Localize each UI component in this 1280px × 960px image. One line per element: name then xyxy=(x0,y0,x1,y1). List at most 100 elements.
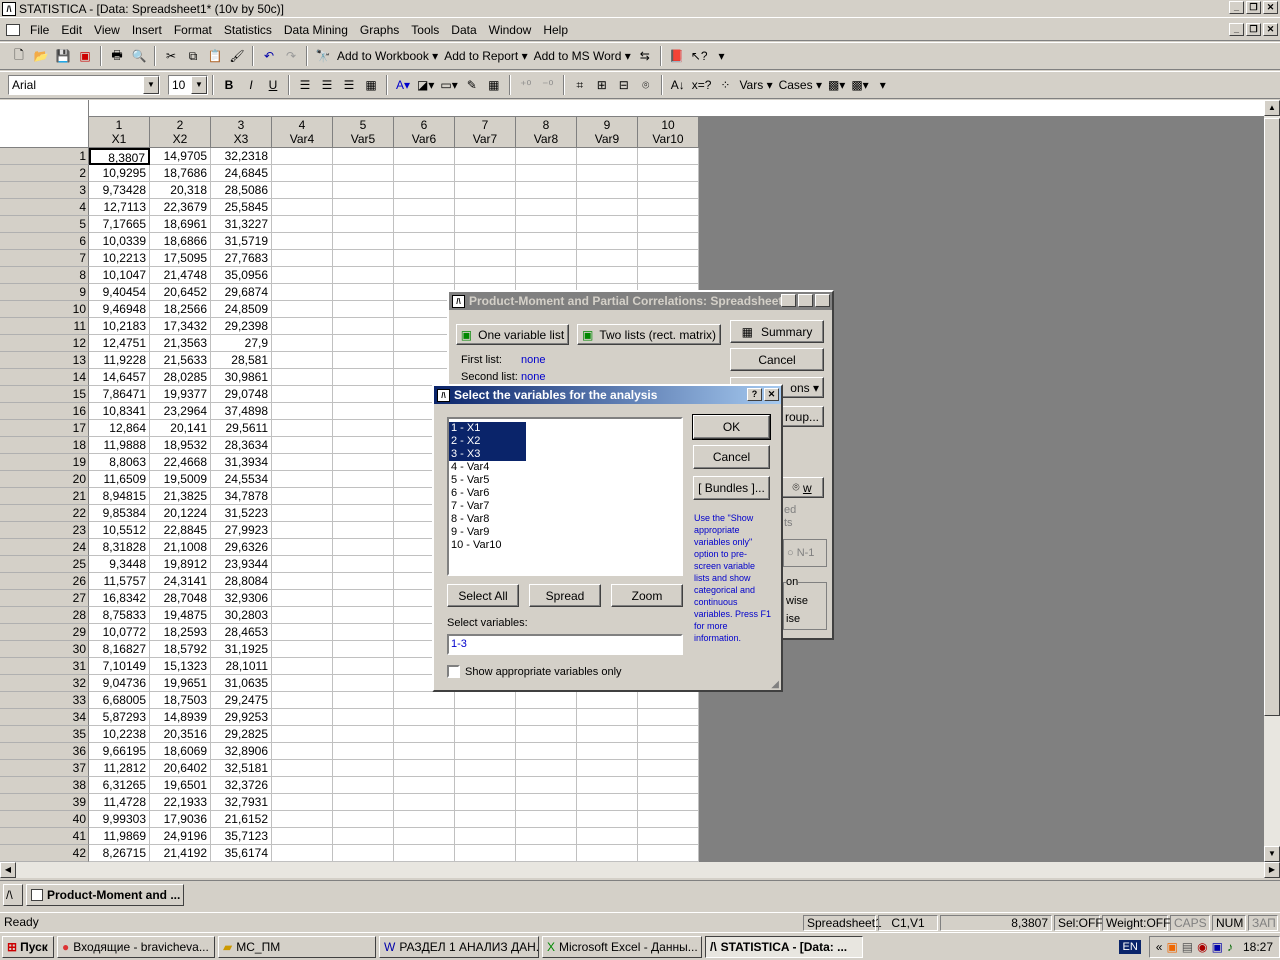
table-cell[interactable] xyxy=(455,148,516,165)
row-header[interactable]: 42 xyxy=(0,845,89,862)
table-cell[interactable] xyxy=(272,573,333,590)
table-cell[interactable] xyxy=(638,182,699,199)
task-gmail[interactable]: ● Входящие - bravicheva... xyxy=(57,935,215,958)
table-cell[interactable]: 28,1011 xyxy=(211,658,272,675)
table-cell[interactable] xyxy=(272,675,333,692)
table-cell[interactable]: 20,3516 xyxy=(150,726,211,743)
table-cell[interactable] xyxy=(272,760,333,777)
table-cell[interactable] xyxy=(333,182,394,199)
table-cell[interactable] xyxy=(638,845,699,862)
table-cell[interactable]: 19,6501 xyxy=(150,777,211,794)
table-cell[interactable]: 17,5095 xyxy=(150,250,211,267)
table-cell[interactable]: 28,8084 xyxy=(211,573,272,590)
table-cell[interactable] xyxy=(272,828,333,845)
table-cell[interactable] xyxy=(455,233,516,250)
table-cell[interactable] xyxy=(272,335,333,352)
grid-corner[interactable] xyxy=(0,100,89,148)
table-cell[interactable] xyxy=(638,726,699,743)
table-cell[interactable] xyxy=(333,658,394,675)
table-cell[interactable]: 32,9306 xyxy=(211,590,272,607)
table-cell[interactable] xyxy=(638,743,699,760)
table-cell[interactable]: 28,0285 xyxy=(150,369,211,386)
table-cell[interactable] xyxy=(333,590,394,607)
table-cell[interactable]: 9,46948 xyxy=(89,301,150,318)
variable-list-item[interactable]: 6 - Var6 xyxy=(449,487,681,500)
align-right-icon[interactable]: ☰ xyxy=(338,74,360,96)
table-cell[interactable] xyxy=(333,148,394,165)
row-header[interactable]: 41 xyxy=(0,828,89,845)
table-cell[interactable] xyxy=(272,369,333,386)
table-cell[interactable]: 32,3726 xyxy=(211,777,272,794)
table-cell[interactable] xyxy=(272,539,333,556)
table-cell[interactable] xyxy=(638,199,699,216)
table-cell[interactable] xyxy=(333,828,394,845)
row-header[interactable]: 24 xyxy=(0,539,89,556)
table-cell[interactable]: 12,4751 xyxy=(89,335,150,352)
table-cell[interactable] xyxy=(394,284,455,301)
table-cell[interactable] xyxy=(638,794,699,811)
table-cell[interactable]: 10,2213 xyxy=(89,250,150,267)
table-cell[interactable] xyxy=(455,709,516,726)
table-cell[interactable]: 7,10149 xyxy=(89,658,150,675)
menu-tools[interactable]: Tools xyxy=(405,23,445,37)
table-cell[interactable]: 8,8063 xyxy=(89,454,150,471)
table-cell[interactable] xyxy=(516,692,577,709)
table-cell[interactable]: 17,3432 xyxy=(150,318,211,335)
table-cell[interactable] xyxy=(638,148,699,165)
vars-button[interactable]: Vars ▾ xyxy=(736,74,775,96)
table-cell[interactable] xyxy=(638,267,699,284)
table-cell[interactable] xyxy=(272,199,333,216)
scroll-thumb[interactable] xyxy=(1264,118,1280,716)
row-header[interactable]: 27 xyxy=(0,590,89,607)
zoom-button[interactable]: Zoom xyxy=(611,584,683,607)
table-cell[interactable] xyxy=(577,811,638,828)
tool-icon-3[interactable]: ⊟ xyxy=(613,74,635,96)
table-cell[interactable]: 28,3634 xyxy=(211,437,272,454)
table-cell[interactable]: 20,141 xyxy=(150,420,211,437)
table-cell[interactable] xyxy=(516,182,577,199)
tray-antivirus-icon[interactable]: ◉ xyxy=(1197,940,1207,954)
table-cell[interactable]: 22,4668 xyxy=(150,454,211,471)
undo-icon[interactable]: ↶ xyxy=(258,45,280,67)
row-header[interactable]: 5 xyxy=(0,216,89,233)
task-folder[interactable]: ▰ МС_ПМ xyxy=(218,935,376,958)
table-cell[interactable]: 27,9 xyxy=(211,335,272,352)
table-cell[interactable]: 11,2812 xyxy=(89,760,150,777)
variable-list-item[interactable]: 4 - Var4 xyxy=(449,461,681,474)
scroll-left-icon[interactable]: ◀ xyxy=(0,862,16,878)
table-cell[interactable] xyxy=(333,369,394,386)
row-header[interactable]: 35 xyxy=(0,726,89,743)
statistica-mdi-icon[interactable]: /\ xyxy=(3,883,23,906)
toolbar2-options-icon[interactable]: ▾ xyxy=(872,74,894,96)
scroll-down-icon[interactable]: ▼ xyxy=(1264,846,1280,862)
table-cell[interactable]: 18,7503 xyxy=(150,692,211,709)
table-cell[interactable] xyxy=(394,794,455,811)
table-cell[interactable] xyxy=(577,165,638,182)
align-center-icon[interactable]: ☰ xyxy=(316,74,338,96)
menu-file[interactable]: File xyxy=(24,23,55,37)
table-cell[interactable] xyxy=(272,420,333,437)
table-cell[interactable] xyxy=(394,845,455,862)
menu-view[interactable]: View xyxy=(88,23,126,37)
column-header[interactable]: 7 Var7 xyxy=(455,117,516,148)
menu-help[interactable]: Help xyxy=(537,23,574,37)
casewise-fragment[interactable]: wise xyxy=(786,595,808,607)
table-cell[interactable]: 21,6152 xyxy=(211,811,272,828)
column-header[interactable]: 3 X3 xyxy=(211,117,272,148)
table-cell[interactable]: 24,6845 xyxy=(211,165,272,182)
table-cell[interactable]: 20,6402 xyxy=(150,760,211,777)
table-cell[interactable] xyxy=(272,811,333,828)
table-cell[interactable] xyxy=(516,726,577,743)
table-cell[interactable]: 7,17665 xyxy=(89,216,150,233)
column-header[interactable]: 5 Var5 xyxy=(333,117,394,148)
table-cell[interactable] xyxy=(272,233,333,250)
table-cell[interactable] xyxy=(516,148,577,165)
row-header[interactable]: 17 xyxy=(0,420,89,437)
table-cell[interactable] xyxy=(333,573,394,590)
close-button[interactable]: ✕ xyxy=(1263,1,1278,14)
tool-icon-1[interactable]: ⌗ xyxy=(569,74,591,96)
fill-color-icon[interactable]: ◪▾ xyxy=(414,74,437,96)
table-cell[interactable]: 12,864 xyxy=(89,420,150,437)
table-cell[interactable] xyxy=(577,760,638,777)
table-cell[interactable] xyxy=(272,403,333,420)
